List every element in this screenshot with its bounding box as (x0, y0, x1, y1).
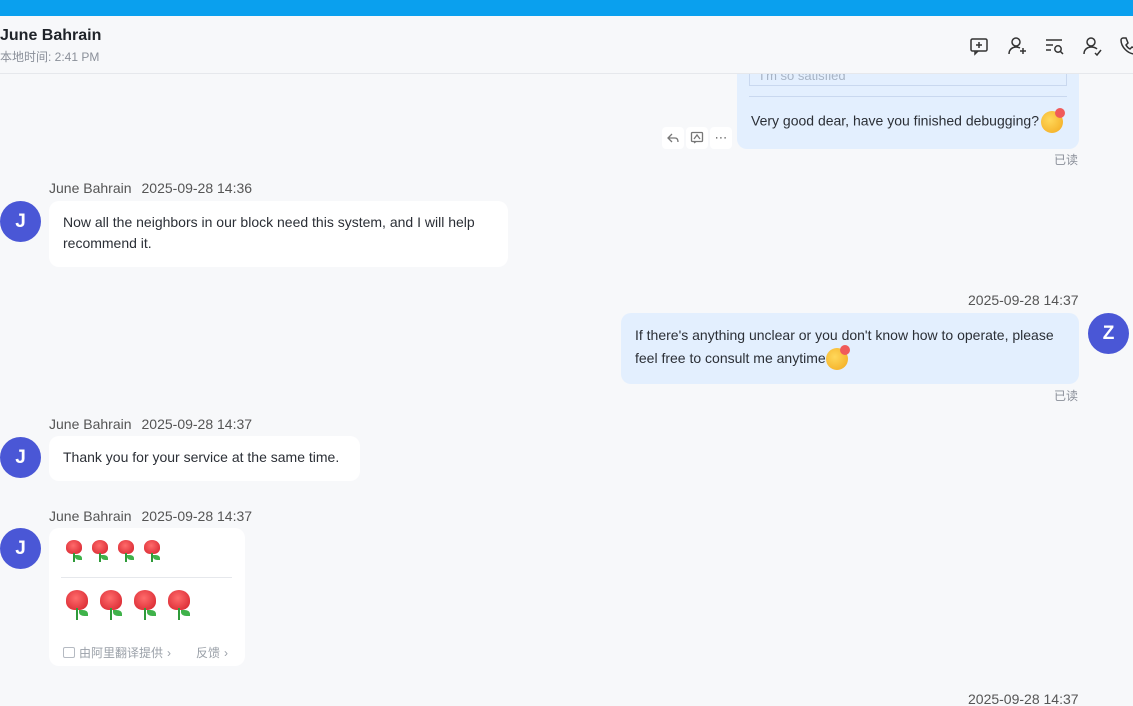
avatar[interactable]: J (0, 528, 41, 569)
sender-name: June Bahrain (49, 180, 132, 196)
contact-name[interactable]: June Bahrain (0, 27, 101, 45)
rose-icon (165, 590, 195, 620)
incoming-bubble-roses[interactable]: 由阿里翻译提供 › 反馈 › (49, 528, 245, 666)
search-history-icon[interactable] (1043, 35, 1065, 57)
rose-icon (115, 540, 137, 562)
avatar[interactable]: J (0, 437, 41, 478)
rose-icon (131, 590, 161, 620)
emoji-icon (825, 345, 850, 371)
chat-header: June Bahrain 本地时间: 2:41 PM (0, 16, 1133, 74)
sender-name: June Bahrain (49, 508, 132, 524)
rose-icon (63, 590, 93, 620)
reply-icon[interactable] (662, 127, 684, 149)
message-text-line: Now all the neighbors in our block need … (63, 214, 475, 230)
rose-emoji-row-original (63, 540, 163, 562)
message-text: Very good dear, have you finished debugg… (751, 108, 1066, 133)
window-top-bar (0, 0, 1133, 16)
message-text-line: feel free to consult me anytime (635, 345, 1065, 371)
message-text-line: If there's anything unclear or you don't… (635, 327, 1054, 343)
incoming-bubble[interactable]: Now all the neighbors in our block need … (49, 201, 508, 267)
rose-icon (89, 540, 111, 562)
more-options-icon[interactable]: ⋯ (710, 127, 732, 149)
read-status: 已读 (1054, 389, 1079, 403)
sender-name: June Bahrain (49, 416, 132, 432)
avatar[interactable]: Z (1088, 313, 1129, 354)
profile-icon[interactable] (1081, 35, 1103, 57)
message-meta: June Bahrain 2025-09-28 14:37 (49, 416, 252, 432)
quoted-message: I'm so satisfied (749, 74, 1067, 86)
rose-emoji-row-translated (63, 590, 195, 620)
add-contact-icon[interactable] (1006, 35, 1028, 57)
message-text: Thank you for your service at the same t… (63, 449, 340, 465)
read-status: 已读 (1054, 153, 1079, 167)
incoming-bubble[interactable]: Thank you for your service at the same t… (49, 436, 360, 481)
message-time: 2025-09-28 14:37 (141, 508, 253, 524)
rose-icon (63, 540, 85, 562)
translation-divider (61, 577, 232, 578)
call-icon[interactable] (1118, 35, 1133, 57)
message-meta: June Bahrain 2025-09-28 14:36 (49, 180, 252, 196)
avatar[interactable]: J (0, 201, 41, 242)
translate-small-icon (63, 647, 75, 658)
message-time: 2025-09-28 14:37 (968, 292, 1079, 308)
message-time: 2025-09-28 14:37 (968, 691, 1079, 706)
message-action-bar: ⋯ (662, 127, 732, 149)
message-time: 2025-09-28 14:37 (141, 416, 253, 432)
message-meta: June Bahrain 2025-09-28 14:37 (49, 508, 252, 524)
emoji-icon (1041, 108, 1066, 133)
rose-icon (141, 540, 163, 562)
translate-icon[interactable] (686, 127, 708, 149)
quote-divider (749, 96, 1067, 97)
add-message-icon[interactable] (968, 35, 990, 57)
outgoing-bubble[interactable]: If there's anything unclear or you don't… (621, 313, 1079, 384)
feedback-link[interactable]: 反馈 › (196, 643, 228, 664)
contact-local-time: 本地时间: 2:41 PM (0, 50, 100, 64)
chat-message-area[interactable]: I'm so satisfied Very good dear, have yo… (0, 74, 1133, 706)
rose-icon (97, 590, 127, 620)
translation-provider[interactable]: 由阿里翻译提供 › (63, 643, 171, 664)
message-time: 2025-09-28 14:36 (141, 180, 253, 196)
message-text-line: recommend it. (63, 235, 152, 251)
